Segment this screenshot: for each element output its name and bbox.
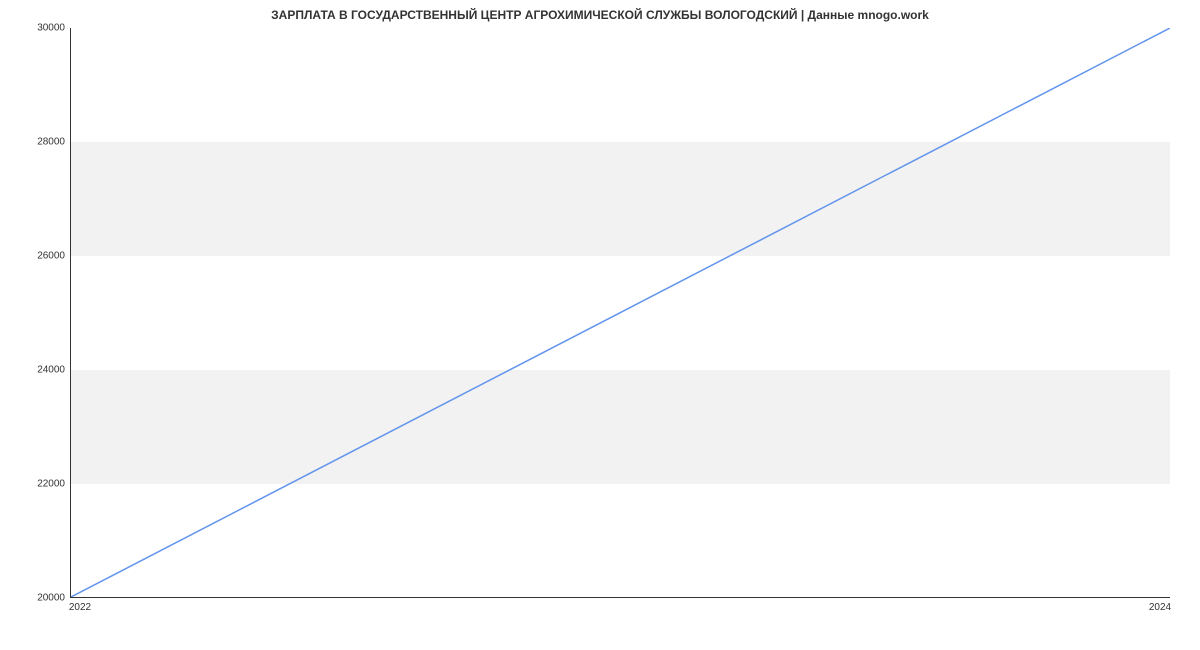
y-tick-label: 28000	[37, 137, 65, 148]
y-tick-label: 24000	[37, 365, 65, 376]
x-tick-label: 2024	[1149, 602, 1171, 613]
y-tick-label: 20000	[37, 593, 65, 604]
x-tick-label: 2022	[69, 602, 91, 613]
y-tick-label: 22000	[37, 479, 65, 490]
grid-band	[71, 142, 1170, 256]
y-tick-label: 26000	[37, 251, 65, 262]
chart-container: ЗАРПЛАТА В ГОСУДАРСТВЕННЫЙ ЦЕНТР АГРОХИМ…	[0, 0, 1200, 650]
chart-title: ЗАРПЛАТА В ГОСУДАРСТВЕННЫЙ ЦЕНТР АГРОХИМ…	[0, 8, 1200, 22]
data-line	[71, 28, 1170, 597]
grid-band	[71, 370, 1170, 484]
y-tick-label: 30000	[37, 23, 65, 34]
plot-area	[70, 28, 1170, 598]
